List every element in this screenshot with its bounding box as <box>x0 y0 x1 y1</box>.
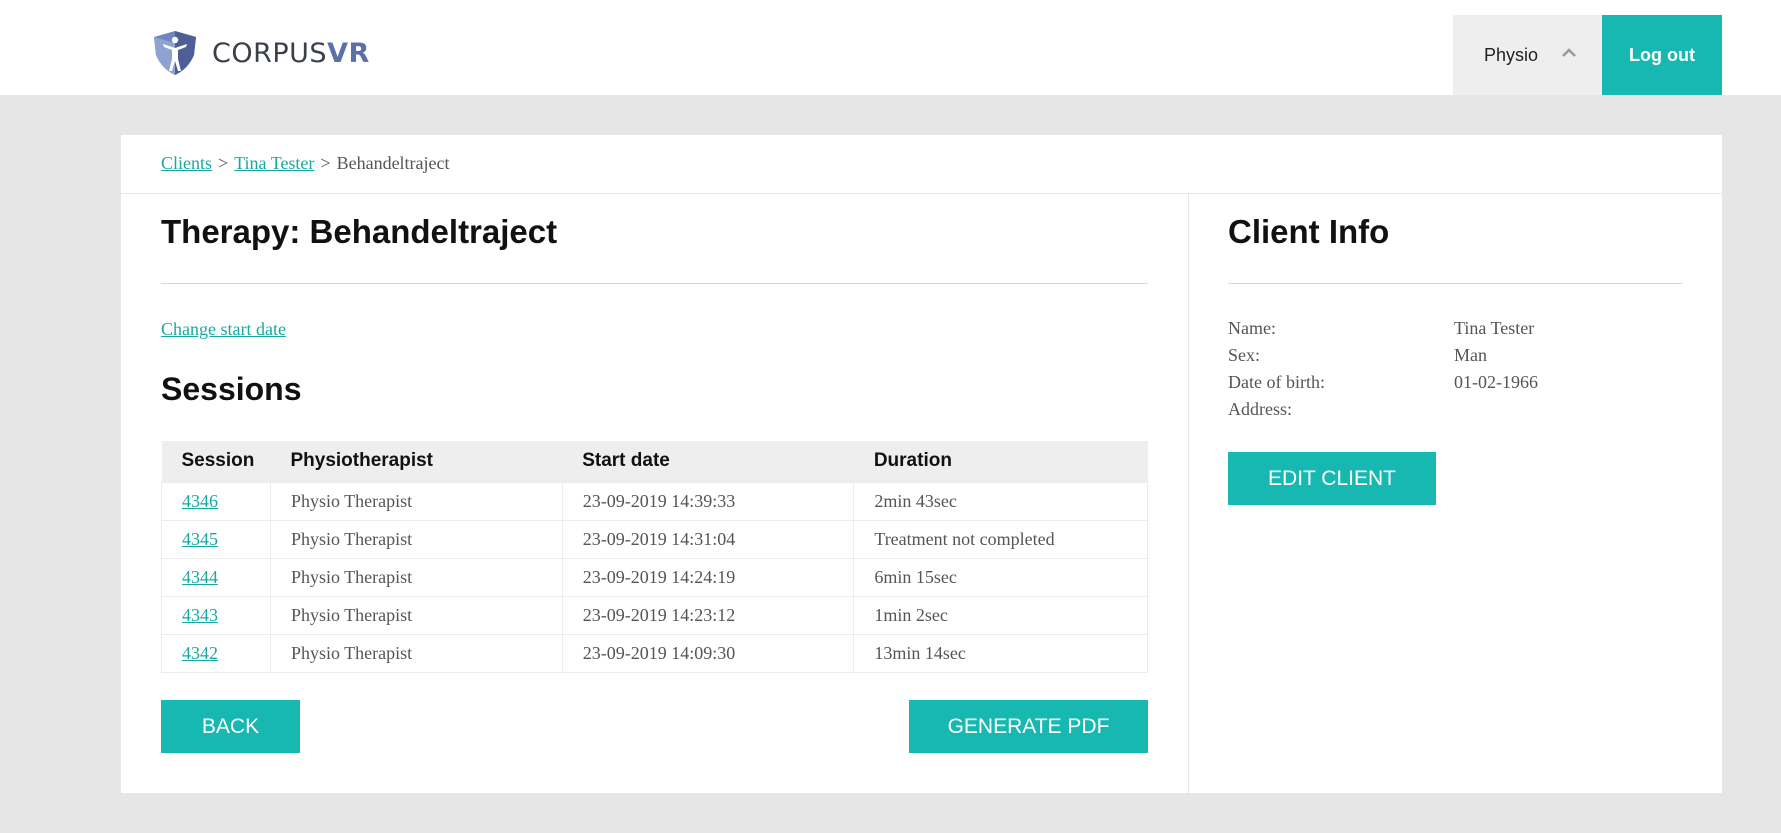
session-link[interactable]: 4342 <box>182 643 218 663</box>
user-menu-toggle[interactable]: Physio <box>1453 15 1602 95</box>
sex-label: Sex: <box>1228 345 1261 365</box>
table-row: 4343 Physio Therapist 23-09-2019 14:23:1… <box>161 595 1148 635</box>
duration-cell: Treatment not completed <box>853 519 1148 559</box>
session-link[interactable]: 4344 <box>182 567 218 587</box>
table-row: 4342 Physio Therapist 23-09-2019 14:09:3… <box>161 633 1148 673</box>
logo-text-corpus: CORPUS <box>212 37 328 69</box>
dob-label: Date of birth: <box>1228 372 1325 392</box>
logo-text-vr: VR <box>327 37 370 69</box>
duration-cell: 13min 14sec <box>853 633 1148 673</box>
client-dob-row: Date of birth: 01-02-1966 <box>1228 372 1538 399</box>
client-address-row: Address: <box>1228 399 1538 426</box>
name-label: Name: <box>1228 318 1276 338</box>
breadcrumb-current: Behandeltraject <box>336 153 450 173</box>
column-header-session: Session <box>161 441 271 482</box>
session-link[interactable]: 4346 <box>182 491 218 511</box>
client-info-divider <box>1228 283 1682 284</box>
sex-value: Man <box>1454 345 1487 365</box>
session-cell: 4342 <box>161 633 271 673</box>
session-cell: 4343 <box>161 595 271 635</box>
card-divider <box>121 193 1722 194</box>
change-start-date-link[interactable]: Change start date <box>161 319 286 340</box>
chevron-up-icon <box>1562 48 1576 57</box>
duration-cell: 2min 43sec <box>853 481 1148 521</box>
physio-cell: Physio Therapist <box>269 557 563 597</box>
breadcrumb-separator: > <box>218 153 229 173</box>
therapy-card: Clients > Tina Tester > Behandeltraject Ther… <box>121 135 1722 793</box>
breadcrumb: Clients > Tina Tester > Behandeltraject <box>161 153 450 174</box>
start-date-cell: 23-09-2019 14:24:19 <box>561 557 855 597</box>
corpusvr-shield-logo-icon <box>154 31 196 75</box>
corpusvr-logo[interactable]: CORPUSVR <box>150 29 370 77</box>
breadcrumb-separator: > <box>320 153 331 173</box>
sessions-table: Session Physiotherapist Start date Durat… <box>161 441 1148 673</box>
table-header-row: Session Physiotherapist Start date Durat… <box>161 441 1148 482</box>
physio-cell: Physio Therapist <box>269 595 563 635</box>
top-bar: CORPUSVR Physio Log out <box>0 0 1781 95</box>
back-button[interactable]: BACK <box>161 700 300 753</box>
table-row: 4344 Physio Therapist 23-09-2019 14:24:1… <box>161 557 1148 597</box>
column-header-physiotherapist: Physiotherapist <box>270 441 563 482</box>
duration-cell: 1min 2sec <box>853 595 1148 635</box>
physio-cell: Physio Therapist <box>269 481 563 521</box>
column-divider <box>1188 194 1189 793</box>
logo-text: CORPUSVR <box>212 38 370 69</box>
name-value: Tina Tester <box>1454 318 1535 338</box>
session-link[interactable]: 4343 <box>182 605 218 625</box>
start-date-cell: 23-09-2019 14:09:30 <box>561 633 855 673</box>
session-cell: 4345 <box>161 519 271 559</box>
client-sex-row: Sex: Man <box>1228 345 1538 372</box>
breadcrumb-client-link[interactable]: Tina Tester <box>234 153 314 173</box>
start-date-cell: 23-09-2019 14:39:33 <box>561 481 855 521</box>
generate-pdf-button[interactable]: GENERATE PDF <box>909 700 1148 753</box>
dob-value: 01-02-1966 <box>1454 372 1538 392</box>
duration-cell: 6min 15sec <box>853 557 1148 597</box>
address-label: Address: <box>1228 399 1292 419</box>
start-date-cell: 23-09-2019 14:31:04 <box>561 519 855 559</box>
client-name-row: Name: Tina Tester <box>1228 318 1538 345</box>
client-info-list: Name: Tina Tester Sex: Man Date of birth… <box>1228 318 1538 426</box>
logout-button[interactable]: Log out <box>1602 15 1722 95</box>
title-divider <box>161 283 1148 284</box>
column-header-start-date: Start date <box>562 441 854 482</box>
table-row: 4346 Physio Therapist 23-09-2019 14:39:3… <box>161 481 1148 521</box>
session-cell: 4346 <box>161 481 271 521</box>
column-header-duration: Duration <box>853 441 1148 482</box>
breadcrumb-clients-link[interactable]: Clients <box>161 153 212 173</box>
sessions-title: Sessions <box>161 371 302 407</box>
session-cell: 4344 <box>161 557 271 597</box>
edit-client-button[interactable]: EDIT CLIENT <box>1228 452 1436 505</box>
start-date-cell: 23-09-2019 14:23:12 <box>561 595 855 635</box>
therapy-title: Therapy: Behandeltraject <box>161 213 558 250</box>
physio-cell: Physio Therapist <box>269 633 563 673</box>
user-name: Physio <box>1484 44 1539 65</box>
client-info-title: Client Info <box>1228 213 1390 250</box>
physio-cell: Physio Therapist <box>269 519 563 559</box>
table-row: 4345 Physio Therapist 23-09-2019 14:31:0… <box>161 519 1148 559</box>
session-link[interactable]: 4345 <box>182 529 218 549</box>
